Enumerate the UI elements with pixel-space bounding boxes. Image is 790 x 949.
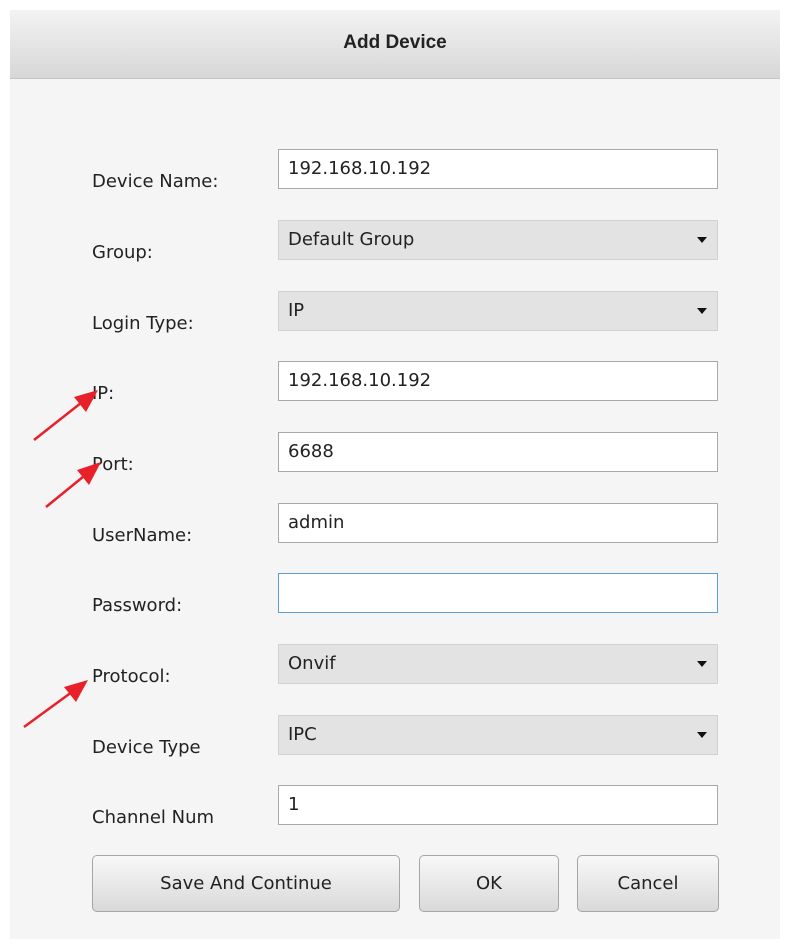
username-label: UserName: <box>92 525 193 546</box>
port-label: Port: <box>92 454 134 475</box>
group-select-value: Default Group <box>288 229 415 250</box>
channel-num-input[interactable]: 1 <box>278 785 718 825</box>
chevron-down-icon <box>697 732 707 738</box>
channel-num-label: Channel Num <box>92 807 215 828</box>
device-name-label: Device Name: <box>92 171 219 192</box>
device-type-label: Device Type <box>92 737 201 758</box>
group-label: Group: <box>92 242 153 263</box>
protocol-select-value: Onvif <box>288 653 336 674</box>
password-input[interactable] <box>278 573 718 613</box>
protocol-select[interactable]: Onvif <box>278 644 718 684</box>
cancel-button[interactable]: Cancel <box>577 855 719 912</box>
ok-button[interactable]: OK <box>419 855 559 912</box>
username-input[interactable]: admin <box>278 503 718 543</box>
dialog-title: Add Device <box>10 10 780 79</box>
password-label: Password: <box>92 595 183 616</box>
login-type-select[interactable]: IP <box>278 291 718 331</box>
protocol-label: Protocol: <box>92 666 171 687</box>
device-name-input[interactable]: 192.168.10.192 <box>278 149 718 189</box>
group-select[interactable]: Default Group <box>278 220 718 260</box>
ip-input[interactable]: 192.168.10.192 <box>278 361 718 401</box>
chevron-down-icon <box>697 661 707 667</box>
save-and-continue-button[interactable]: Save And Continue <box>92 855 400 912</box>
device-type-select[interactable]: IPC <box>278 715 718 755</box>
ip-label: IP: <box>92 383 115 404</box>
chevron-down-icon <box>697 308 707 314</box>
login-type-label: Login Type: <box>92 313 194 334</box>
chevron-down-icon <box>697 237 707 243</box>
add-device-dialog: Add Device Device Name: 192.168.10.192 G… <box>10 10 780 939</box>
device-type-select-value: IPC <box>288 724 317 745</box>
login-type-select-value: IP <box>288 300 305 321</box>
port-input[interactable]: 6688 <box>278 432 718 472</box>
